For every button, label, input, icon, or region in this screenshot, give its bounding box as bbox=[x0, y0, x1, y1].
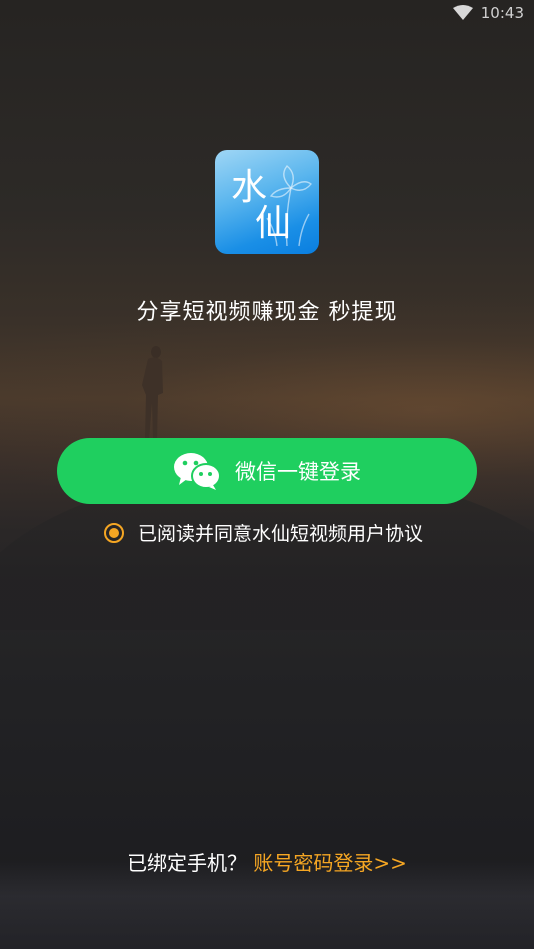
wechat-icon bbox=[174, 453, 221, 490]
bound-phone-question: 已绑定手机？ bbox=[127, 851, 248, 875]
app-logo-char-2: 仙 bbox=[255, 203, 292, 244]
status-time: 10:43 bbox=[480, 4, 524, 22]
app-logo-char-1: 水 bbox=[231, 167, 268, 208]
wifi-icon bbox=[452, 5, 473, 20]
app-logo: 水 仙 bbox=[215, 150, 319, 254]
app-slogan: 分享短视频赚现金 秒提现 bbox=[136, 300, 398, 325]
status-bar: 10:43 bbox=[0, 0, 534, 28]
wechat-login-button[interactable]: 微信一键登录 bbox=[57, 438, 477, 504]
agreement-radio[interactable] bbox=[104, 522, 124, 543]
login-screen: 10:43 水 仙 分享短视频赚现金 秒提现 微信一键登录 已阅读并同意水仙短视… bbox=[0, 0, 534, 949]
person-silhouette bbox=[142, 346, 163, 440]
agreement-radio-dot bbox=[109, 527, 119, 538]
agreement-row: 已阅读并同意水仙短视频用户协议 bbox=[104, 519, 423, 546]
agreement-text[interactable]: 已阅读并同意水仙短视频用户协议 bbox=[138, 519, 423, 546]
wechat-login-label: 微信一键登录 bbox=[235, 460, 361, 484]
password-login-link[interactable]: 账号密码登录>> bbox=[253, 851, 407, 875]
bottom-login-options: 已绑定手机？ 账号密码登录>> bbox=[0, 847, 534, 876]
